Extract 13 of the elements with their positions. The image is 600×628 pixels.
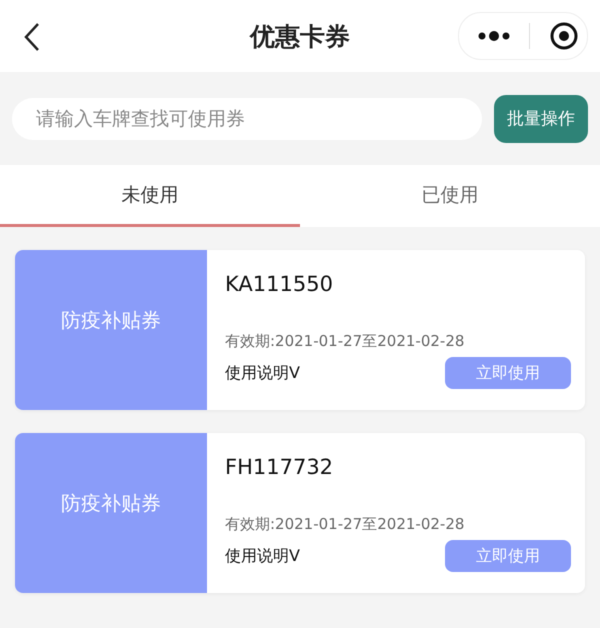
instructions-link[interactable]: 使用说明V xyxy=(225,546,300,566)
search-field[interactable]: 请输入车牌查找可使用券 xyxy=(12,98,482,140)
validity-text: 有效期:2021-01-27至2021-02-28 xyxy=(225,515,466,534)
more-icon[interactable] xyxy=(477,31,511,41)
instructions-link[interactable]: 使用说明V xyxy=(225,362,300,384)
plate-number: KA111550 xyxy=(225,272,334,296)
coupon-name: 防疫补贴券 xyxy=(61,306,161,334)
validity-text: 有效期:2021-01-27至2021-02-28 xyxy=(225,332,466,351)
back-icon[interactable] xyxy=(22,22,42,52)
plate-number: FH117732 xyxy=(225,455,334,479)
batch-button[interactable]: 批量操作 xyxy=(494,94,588,142)
page-title: 优惠卡券 xyxy=(250,20,350,52)
coupon-name: 防疫补贴券 xyxy=(61,490,161,516)
